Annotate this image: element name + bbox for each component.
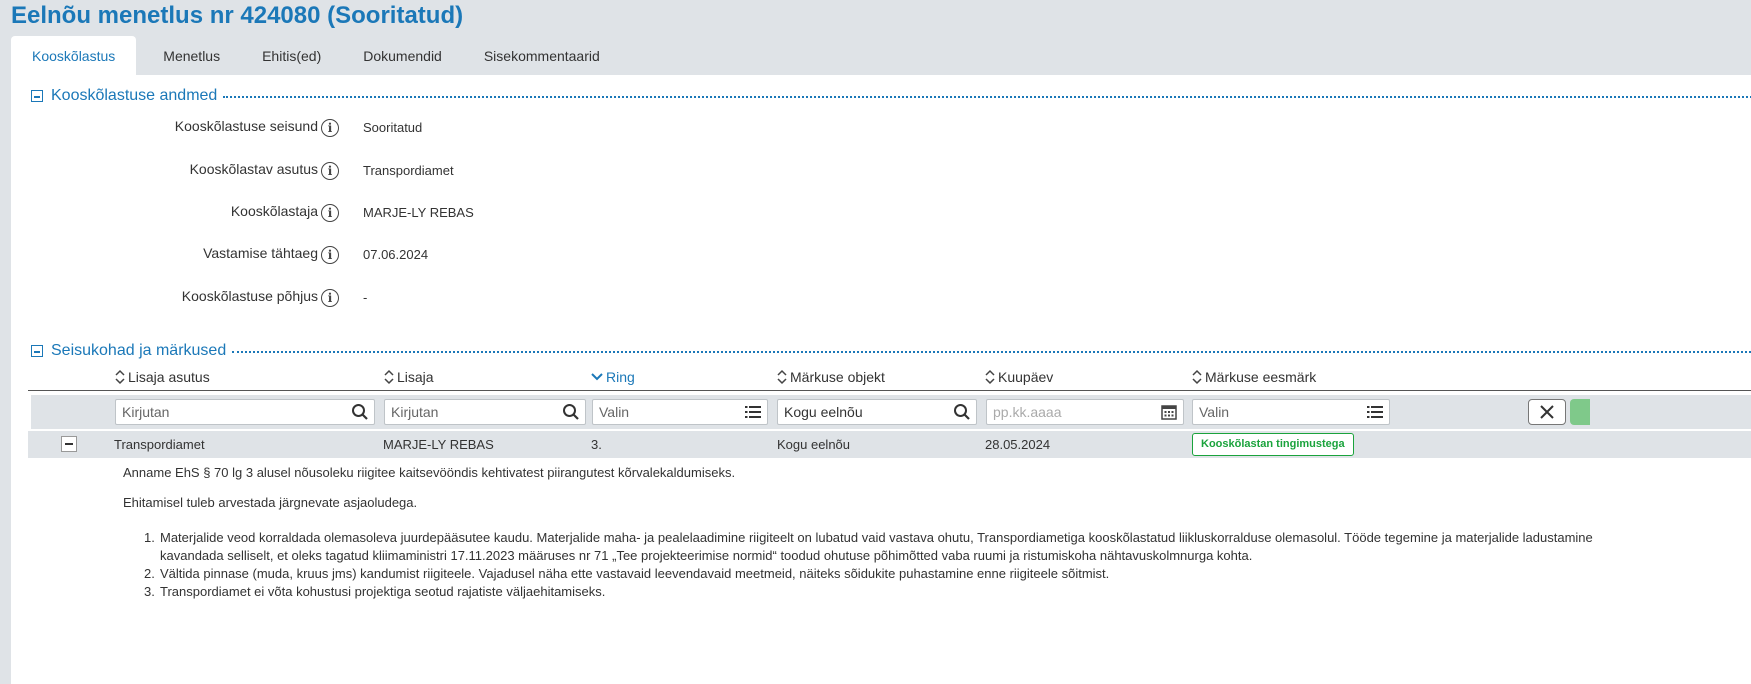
section-divider [223,96,1751,98]
calendar-icon[interactable] [1160,403,1178,421]
filter-ring [592,399,768,425]
filter-lisaja-asutus [115,399,375,425]
field-kooskolastuse-pohjus: Kooskõlastuse põhjus i - [11,288,811,310]
collapse-icon[interactable] [31,90,43,102]
field-label: Vastamise tähtaeg [203,245,318,261]
filter-markuse-objekt [777,399,977,425]
column-header-lisaja[interactable]: Lisaja [384,369,434,385]
tab-menetlus[interactable]: Menetlus [142,36,241,75]
search-icon[interactable] [562,403,580,421]
list-icon[interactable] [1366,403,1384,421]
section-title: Seisukohad ja märkused [51,342,227,359]
status-badge: Kooskõlastan tingimustega [1192,433,1354,456]
field-kooskolastaja: Kooskõlastaja i MARJE-LY REBAS [11,203,811,225]
section-divider [232,351,1751,353]
sort-icon [115,369,125,385]
search-icon[interactable] [351,403,369,421]
main-panel: Kooskõlastuse andmed Kooskõlastuse seisu… [11,75,1751,684]
filter-markuse-eesmark [1192,399,1390,425]
field-value: 07.06.2024 [363,247,429,262]
close-icon [1540,405,1554,419]
sort-icon [777,369,787,385]
cell-kuupaev: 28.05.2024 [985,437,1051,452]
field-vastamise-tahtaeg: Vastamise tähtaeg i 07.06.2024 [11,245,811,267]
cell-markuse-objekt: Kogu eelnõu [777,437,851,452]
page-title: Eelnõu menetlus nr 424080 (Sooritatud) [11,2,464,29]
collapse-icon[interactable] [31,345,43,357]
tab-sisekommentaarid[interactable]: Sisekommentaarid [463,36,621,75]
tab-ehitised[interactable]: Ehitis(ed) [241,36,342,75]
column-header-ring[interactable]: Ring [591,369,635,385]
tab-bar: Kooskõlastus Menetlus Ehitis(ed) Dokumen… [11,36,621,75]
field-kooskolastuse-seisund: Kooskõlastuse seisund i Sooritatud [11,118,811,140]
comment-paragraph: Ehitamisel tuleb arvestada järgnevate as… [123,495,418,510]
tab-kooskolastus[interactable]: Kooskõlastus [11,36,137,75]
info-icon[interactable]: i [321,162,339,180]
condition-list: 1. Materjalide veod korraldada olemasole… [144,529,1751,601]
sort-icon [384,369,394,385]
column-header-kuupaev[interactable]: Kuupäev [985,369,1053,385]
info-icon[interactable]: i [321,246,339,264]
field-kooskolastav-asutus: Kooskõlastav asutus i Transpordiamet [11,161,811,183]
field-label: Kooskõlastuse põhjus [181,288,318,304]
list-icon[interactable] [744,403,762,421]
section-header-kooskolastuse-andmed: Kooskõlastuse andmed [31,87,1751,105]
filter-input[interactable] [385,400,585,424]
field-value: - [363,290,368,305]
cell-lisaja-asutus: Transpordiamet [114,437,205,452]
section-header-seisukohad: Seisukohad ja märkused [31,342,1751,360]
list-item: 2. Vältida pinnase (muda, kruus jms) kan… [144,566,1110,581]
search-icon[interactable] [953,403,971,421]
tab-dokumendid[interactable]: Dokumendid [342,36,463,75]
filter-input[interactable] [116,400,374,424]
column-header-markuse-eesmark[interactable]: Märkuse eesmärk [1192,369,1316,385]
filter-kuupaev [986,399,1184,425]
column-header-lisaja-asutus[interactable]: Lisaja asutus [115,369,210,385]
date-input[interactable] [987,400,1183,424]
collapse-row-icon[interactable] [61,436,77,452]
apply-filters-button[interactable] [1570,399,1590,425]
filter-bar [31,395,1751,429]
field-value: Sooritatud [363,120,423,135]
section-title: Kooskõlastuse andmed [51,87,218,104]
cell-lisaja: MARJE-LY REBAS [383,437,494,452]
field-value: MARJE-LY REBAS [363,205,474,220]
column-header-markuse-objekt[interactable]: Märkuse objekt [777,369,885,385]
sort-descending-icon [591,373,603,381]
filter-select[interactable] [1193,400,1389,424]
list-item: 1. Materjalide veod korraldada olemasole… [144,530,1593,563]
filter-lisaja [384,399,586,425]
comment-paragraph: Anname EhS § 70 lg 3 alusel nõusoleku ri… [123,465,736,480]
filter-select[interactable] [593,400,767,424]
filter-input[interactable] [778,400,976,424]
list-item: 3. Transpordiamet ei võta kohustusi proj… [144,584,606,599]
sort-icon [1192,369,1202,385]
field-label: Kooskõlastuse seisund [174,118,318,134]
info-icon[interactable]: i [321,204,339,222]
clear-filters-button[interactable] [1528,399,1566,425]
table-row[interactable]: Transpordiamet MARJE-LY REBAS 3. Kogu ee… [28,431,1751,458]
field-label: Kooskõlastaja [230,203,318,219]
field-label: Kooskõlastav asutus [189,161,318,177]
info-icon[interactable]: i [321,289,339,307]
cell-ring: 3. [591,437,602,452]
table-header: Lisaja asutus Lisaja Ring Märkuse objekt… [28,367,1751,391]
info-icon[interactable]: i [321,119,339,137]
sort-icon [985,369,995,385]
field-value: Transpordiamet [363,163,454,178]
